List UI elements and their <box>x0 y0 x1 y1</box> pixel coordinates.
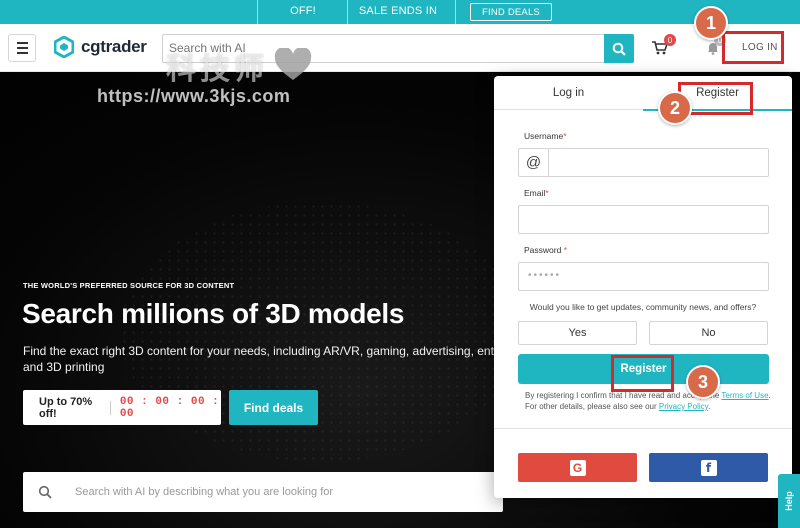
discount-promo-box: Up to 70% off! 00 : 00 : 00 : 00 <box>23 390 221 425</box>
hero-headline: Search millions of 3D models <box>22 298 405 329</box>
required-mark: * <box>563 245 568 255</box>
countdown-timer: 00 : 00 : 00 : 00 <box>119 395 220 420</box>
promo-sale-text: SALE ENDS IN <box>358 5 438 17</box>
annotation-step-3: 3 <box>686 365 720 399</box>
terms-suffix: . <box>708 402 711 411</box>
hero-subline-continued: and 3D printing <box>23 360 105 374</box>
site-header: cgtrader 0 0 <box>0 24 800 72</box>
required-mark: * <box>545 188 549 198</box>
newsletter-question: Would you like to get updates, community… <box>529 302 757 312</box>
facebook-signup-button[interactable]: f <box>649 453 768 482</box>
email-label: Email* <box>524 188 549 198</box>
newsletter-yes-button[interactable]: Yes <box>518 321 637 345</box>
hero-eyebrow: THE WORLD'S PREFERRED SOURCE FOR 3D CONT… <box>23 281 235 290</box>
newsletter-no-button[interactable]: No <box>649 321 768 345</box>
logo-text: cgtrader <box>81 37 147 56</box>
promo-off-text: OFF! <box>290 5 316 17</box>
find-deals-button[interactable]: FIND DEALS <box>470 3 552 21</box>
search-icon <box>612 42 626 56</box>
google-signup-button[interactable]: G <box>518 453 637 482</box>
terms-of-use-link[interactable]: Terms of Use <box>721 391 768 400</box>
email-label-text: Email <box>524 188 546 198</box>
cart-count-badge: 0 <box>664 34 676 46</box>
username-label-text: Username <box>524 131 564 141</box>
required-mark: * <box>563 131 567 141</box>
email-field[interactable] <box>518 205 769 234</box>
menu-icon-bar <box>16 52 28 54</box>
promo-divider <box>109 400 111 415</box>
cart-button[interactable]: 0 <box>652 34 676 60</box>
password-label: Password * <box>524 245 567 255</box>
watermark-heart-icon <box>274 48 312 80</box>
hero-search-bar[interactable]: Search with AI by describing what you ar… <box>23 472 503 512</box>
terms-notice: By registering I confirm that I have rea… <box>525 390 771 412</box>
username-label: Username* <box>524 131 567 141</box>
privacy-policy-link[interactable]: Privacy Policy <box>659 402 708 411</box>
discount-label: Up to 70% off! <box>39 395 93 420</box>
annotation-step-2: 2 <box>658 91 692 125</box>
annotation-highlight-register-button <box>611 355 674 392</box>
logo[interactable]: cgtrader <box>54 36 147 58</box>
notifications-button[interactable]: 0 <box>706 34 726 60</box>
password-label-text: Password <box>524 245 562 255</box>
hero-search-placeholder: Search with AI by describing what you ar… <box>75 486 334 498</box>
facebook-icon: f <box>700 459 717 476</box>
tab-login[interactable]: Log in <box>494 76 643 110</box>
annotation-highlight-login <box>722 31 784 64</box>
help-tab[interactable]: Help <box>778 474 800 528</box>
annotation-step-1: 1 <box>694 6 728 40</box>
modal-divider <box>494 428 792 429</box>
watermark-url: https://www.3kjs.com <box>97 86 291 106</box>
menu-button[interactable] <box>8 34 36 62</box>
menu-icon-bar <box>16 47 28 49</box>
hero-subline: Find the exact right 3D content for your… <box>23 344 495 358</box>
at-sign-icon: @ <box>519 149 549 176</box>
search-icon <box>38 485 52 499</box>
google-icon: G <box>569 459 586 476</box>
hero-find-deals-button[interactable]: Find deals <box>229 390 318 425</box>
header-search-button[interactable] <box>604 34 634 63</box>
cgtrader-logo-icon <box>54 36 74 58</box>
password-mask: •••••• <box>528 270 562 281</box>
password-field[interactable]: •••••• <box>518 262 769 291</box>
menu-icon <box>16 42 28 44</box>
promo-bar: OFF! SALE ENDS IN FIND DEALS <box>0 0 800 24</box>
watermark-title: 科技师 <box>166 53 268 86</box>
auth-modal: Log in Register Username* @ Email* Passw… <box>494 76 792 498</box>
help-label: Help <box>783 491 794 511</box>
username-field[interactable]: @ <box>518 148 769 177</box>
promo-separator <box>455 0 456 24</box>
